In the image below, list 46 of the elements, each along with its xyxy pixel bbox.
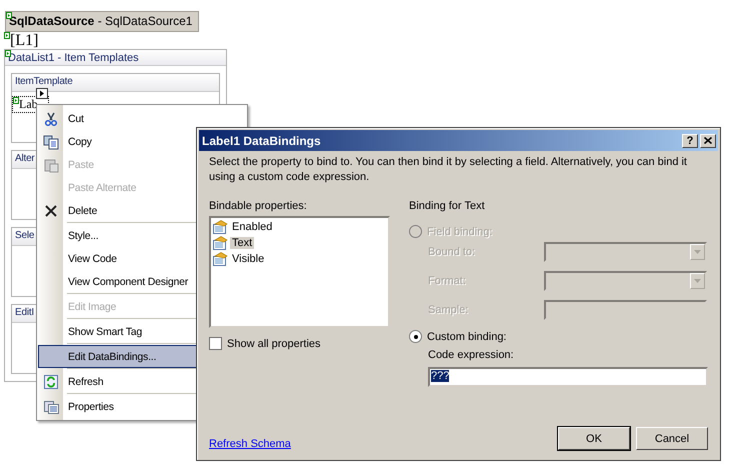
dropdown-arrow-icon bbox=[694, 279, 701, 283]
menu-item[interactable]: Copy bbox=[68, 136, 92, 148]
close-button[interactable] bbox=[700, 134, 716, 148]
section-label: Bindable properties: bbox=[209, 200, 308, 214]
radio-label: Custom binding: bbox=[427, 330, 506, 342]
menu-item[interactable]: Refresh bbox=[68, 376, 104, 388]
marker-icon bbox=[13, 97, 19, 104]
data-source-title: SqlDataSource - SqlDataSource1 bbox=[9, 14, 192, 28]
radio-button[interactable] bbox=[409, 330, 422, 343]
property-icon bbox=[212, 220, 228, 234]
menu-item[interactable]: Cut bbox=[68, 112, 84, 124]
property-icon bbox=[212, 252, 228, 266]
help-button[interactable]: ? bbox=[682, 134, 698, 148]
menu-item[interactable]: Properties bbox=[68, 400, 114, 412]
cancel-button[interactable]: Cancel bbox=[636, 427, 708, 450]
section-label: Binding for Text bbox=[409, 200, 486, 214]
list-item[interactable]: Enabled bbox=[230, 221, 274, 233]
scissors-icon bbox=[43, 110, 59, 126]
code-expression-field[interactable]: ??? bbox=[428, 367, 708, 387]
field-label: Code expression: bbox=[428, 349, 515, 363]
list-item[interactable]: Text bbox=[230, 237, 254, 249]
checkbox[interactable] bbox=[209, 337, 222, 350]
label-control: [L1] bbox=[10, 32, 38, 49]
properties-icon bbox=[43, 398, 59, 414]
property-icon bbox=[212, 236, 228, 250]
refresh-schema-link[interactable]: Refresh Schema bbox=[209, 438, 291, 450]
list-item[interactable]: Visible bbox=[230, 253, 266, 265]
dropdown-field[interactable] bbox=[544, 242, 707, 262]
datalist-title: DataList1 - Item Templates bbox=[8, 52, 139, 64]
copy-icon bbox=[43, 134, 59, 150]
menu-item[interactable]: View Code bbox=[68, 252, 117, 264]
template-header: ItemTemplate bbox=[12, 74, 219, 92]
dropdown-arrow-icon bbox=[694, 250, 701, 254]
menu-item[interactable]: Show Smart Tag bbox=[68, 326, 142, 338]
ok-button[interactable]: OK bbox=[558, 427, 630, 450]
refresh-icon bbox=[43, 374, 59, 390]
dropdown-field[interactable] bbox=[544, 271, 707, 291]
menu-item[interactable]: View Component Designer bbox=[68, 276, 188, 288]
checkbox-label: Show all properties bbox=[227, 338, 321, 350]
menu-item[interactable]: Style... bbox=[68, 230, 98, 242]
close-icon bbox=[704, 137, 712, 144]
marker-icon bbox=[4, 32, 10, 39]
menu-item[interactable]: Delete bbox=[68, 204, 98, 216]
paste-icon bbox=[43, 156, 59, 172]
window-title: Label1 DataBindings bbox=[202, 134, 321, 148]
cross-icon bbox=[43, 202, 59, 218]
